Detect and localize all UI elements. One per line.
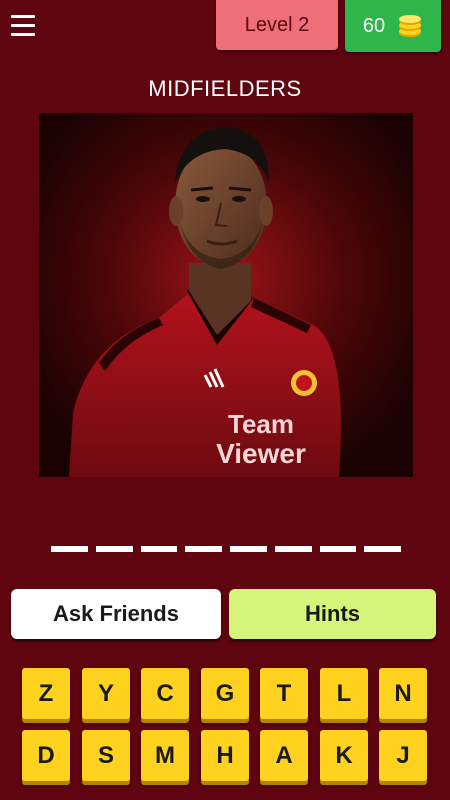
level-label: Level 2 <box>244 13 310 36</box>
hints-label: Hints <box>305 601 360 626</box>
letter-key[interactable]: M <box>141 730 189 781</box>
hints-button[interactable]: Hints <box>229 589 436 639</box>
letter-keyboard: ZYCGTLN DSMHAKJ <box>22 668 430 788</box>
letter-key[interactable]: L <box>320 668 368 719</box>
letter-key[interactable]: G <box>201 668 249 719</box>
letter-key[interactable]: J <box>379 730 427 781</box>
answer-slot[interactable] <box>319 546 357 552</box>
letter-key[interactable]: C <box>141 668 189 719</box>
coin-stack-icon <box>399 15 422 37</box>
jersey-sponsor-line2: Viewer <box>216 438 306 469</box>
quiz-screen: Level 2 60 MIDFIELDERS Team Viewer Ask F… <box>0 0 450 800</box>
letter-key[interactable]: S <box>82 730 130 781</box>
player-photo: Team Viewer <box>39 113 413 477</box>
letter-key[interactable]: D <box>22 730 70 781</box>
jersey-sponsor-line1: Team <box>228 409 294 439</box>
answer-slot[interactable] <box>185 546 222 552</box>
answer-slot[interactable] <box>274 546 312 552</box>
answer-slot[interactable] <box>230 546 267 552</box>
coins-badge[interactable]: 60 <box>345 0 441 52</box>
answer-slot[interactable] <box>364 546 401 552</box>
letter-key[interactable]: N <box>379 668 427 719</box>
answer-slot[interactable] <box>140 546 178 552</box>
letter-key[interactable]: T <box>260 668 308 719</box>
menu-line <box>11 14 35 18</box>
letter-key[interactable]: A <box>260 730 308 781</box>
letter-key[interactable]: K <box>320 730 368 781</box>
ask-friends-label: Ask Friends <box>53 601 179 626</box>
player-illustration: Team Viewer <box>39 113 413 477</box>
letter-key[interactable]: Y <box>82 668 130 719</box>
level-badge: Level 2 <box>216 0 338 50</box>
answer-slot[interactable] <box>95 546 133 552</box>
coin-count: 60 <box>362 14 386 37</box>
category-title: MIDFIELDERS <box>148 76 302 101</box>
menu-line <box>11 23 35 27</box>
answer-slots[interactable] <box>51 546 401 554</box>
answer-slot[interactable] <box>51 546 88 552</box>
menu-line <box>11 32 35 36</box>
letter-key[interactable]: H <box>201 730 249 781</box>
ask-friends-button[interactable]: Ask Friends <box>11 589 221 639</box>
hamburger-menu-icon[interactable] <box>8 10 38 40</box>
letter-key[interactable]: Z <box>22 668 70 719</box>
